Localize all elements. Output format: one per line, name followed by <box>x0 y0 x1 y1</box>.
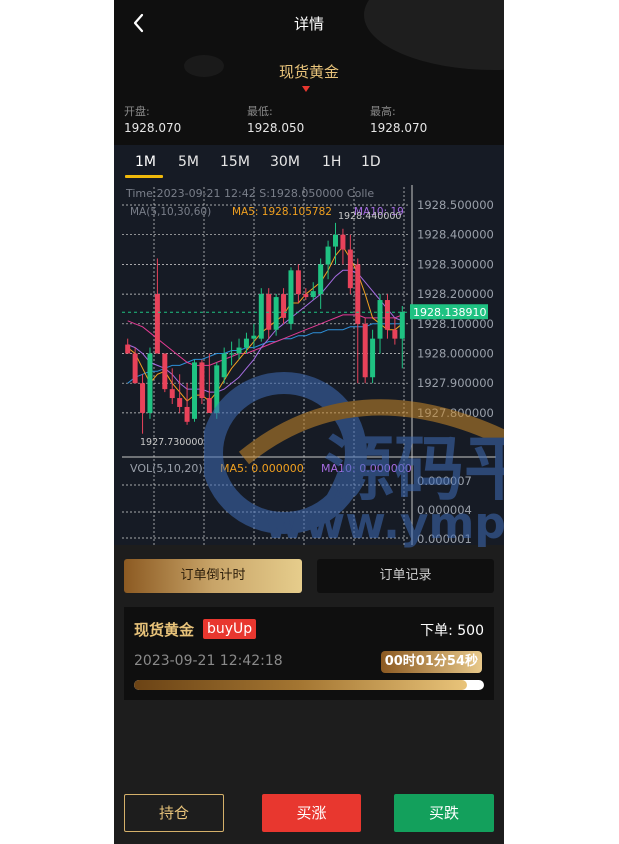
chart-time-line: Time:2023-09-21 12:42 S:1928.050000 Coll… <box>125 187 374 200</box>
phone-screen: 详情 现货黄金 开盘: 1928.070 最低: 1928.050 最高: 19… <box>114 0 504 844</box>
candle-body <box>325 246 331 265</box>
low-marker: 1927.730000 <box>140 437 203 448</box>
price-tick-label: 1928.200000 <box>417 287 494 301</box>
price-tick-label: 1927.800000 <box>417 406 494 420</box>
volume-axis: 0.000007 0.000004 0.000001 <box>417 474 472 545</box>
candle-body <box>273 297 279 330</box>
vol-label: VOL(5,10,20) <box>130 462 203 475</box>
stat-value: 1928.050 <box>247 121 305 135</box>
vol-ma5-label: MA5: 0.000000 <box>220 462 304 475</box>
candle-body <box>392 329 398 339</box>
volume-tick-label: 0.000007 <box>417 474 472 488</box>
page-title: 详情 <box>293 15 324 33</box>
candle-body <box>347 249 353 289</box>
order-countdown-tab[interactable]: 订单倒计时 <box>124 559 302 593</box>
candle-body <box>199 362 205 399</box>
candle-body <box>384 300 390 330</box>
direction-badge: buyUp <box>203 619 257 639</box>
price-axis: 1928.500000 1928.400000 1928.300000 1928.20… <box>411 185 494 545</box>
candle-body <box>251 335 257 339</box>
candle-body <box>355 264 361 324</box>
candle-body <box>229 353 235 355</box>
candle-body <box>333 234 338 247</box>
countdown-badge: 00时01分54秒 <box>380 651 482 673</box>
order-time: 2023-09-21 12:42:18 <box>134 653 283 669</box>
caret-down-icon[interactable] <box>302 86 310 92</box>
candle-body <box>192 362 197 419</box>
candle-body <box>243 338 249 348</box>
high-marker: 1928.440000 <box>338 211 401 222</box>
candles <box>125 222 405 434</box>
stat-label: 最低: <box>247 105 273 118</box>
price-tick-label: 1927.900000 <box>417 376 494 390</box>
stat-low: 最低: 1928.050 <box>247 103 304 135</box>
header: 详情 现货黄金 开盘: 1928.070 最低: 1928.050 最高: 19… <box>114 0 504 145</box>
candle-body <box>310 291 316 298</box>
current-price-text: 1928.138910 <box>413 306 486 319</box>
candle-body <box>140 383 146 413</box>
price-tick-label: 1928.400000 <box>417 228 494 242</box>
candle-body <box>221 353 227 378</box>
ma60-line <box>127 323 403 384</box>
candle-body <box>162 353 168 390</box>
vol-ma10-label: MA10: 0.000000 <box>321 462 412 475</box>
candle-body <box>340 234 346 250</box>
volume-tick-label: 0.000004 <box>417 503 472 517</box>
ma10-line <box>127 269 403 393</box>
buy-down-button[interactable]: 买跌 <box>394 794 494 832</box>
kline-chart-panel: 1M 5M 15M 30M 1H 1D Time:2023-09-21 12:4… <box>114 145 504 545</box>
order-asset: 现货黄金 <box>134 621 195 639</box>
buy-up-button[interactable]: 买涨 <box>262 794 361 832</box>
candle-body <box>288 270 294 324</box>
candle-body <box>169 389 175 399</box>
candle-body <box>125 344 131 354</box>
ma5-label: MA5: 1928.105782 <box>232 206 332 218</box>
header-decoration <box>364 0 504 70</box>
candle-body <box>377 300 383 339</box>
stat-high: 最高: 1928.070 <box>370 103 427 135</box>
candle-body <box>281 294 287 318</box>
stat-value: 1928.070 <box>370 121 428 135</box>
ma30-line <box>127 314 403 366</box>
ma-lines <box>127 245 403 402</box>
progress-bar <box>134 680 484 690</box>
candle-body <box>362 323 368 378</box>
order-amount-label: 下单: <box>420 623 453 639</box>
order-amount: 下单: 500 <box>420 620 484 640</box>
candle-body <box>184 406 190 422</box>
stat-label: 最高: <box>370 105 396 118</box>
ma-label: MA(5,10,30,60) <box>130 206 211 218</box>
candle-body <box>399 311 405 339</box>
candle-body <box>370 338 376 378</box>
price-tick-label: 1928.500000 <box>417 198 494 212</box>
candle-body <box>147 353 153 413</box>
stat-label: 开盘: <box>124 105 150 118</box>
candle-body <box>154 294 160 354</box>
candle-body <box>206 398 212 413</box>
kline-chart[interactable]: Time:2023-09-21 12:42 S:1928.050000 Coll… <box>114 145 504 545</box>
asset-name[interactable]: 现货黄金 <box>114 61 504 82</box>
candle-body <box>318 264 324 295</box>
hold-button[interactable]: 持仓 <box>124 794 224 832</box>
candle-body <box>258 294 264 339</box>
order-card: 现货黄金 buyUp 下单: 500 2023-09-21 12:42:18 0… <box>124 607 494 700</box>
candle-body <box>303 294 309 298</box>
stat-value: 1928.070 <box>124 121 182 135</box>
volume-tick-label: 0.000001 <box>417 532 472 545</box>
order-records-tab[interactable]: 订单记录 <box>317 559 494 593</box>
candle-body <box>214 365 220 413</box>
price-tick-label: 1928.300000 <box>417 257 494 271</box>
stat-open: 开盘: 1928.070 <box>124 103 181 135</box>
candle-body <box>295 270 301 295</box>
candle-body <box>177 398 183 407</box>
progress-fill <box>134 680 467 690</box>
candle-body <box>132 353 138 384</box>
price-tick-label: 1928.000000 <box>417 347 494 361</box>
order-amount-value: 500 <box>457 623 484 639</box>
ma5-line <box>127 245 403 402</box>
candle-body <box>236 347 242 354</box>
